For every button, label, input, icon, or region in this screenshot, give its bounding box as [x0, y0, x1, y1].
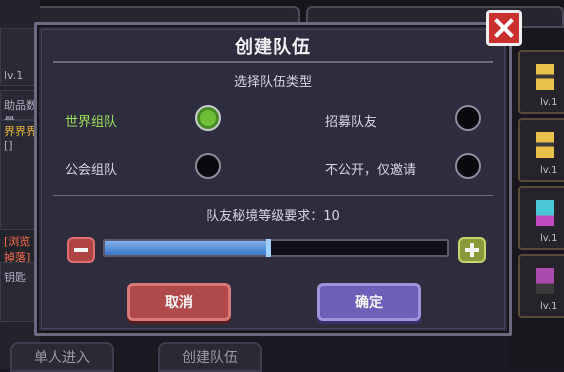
left-reward-bracket: []	[4, 139, 13, 152]
potion-icon	[536, 268, 554, 294]
right-slot[interactable]: lv.1	[518, 118, 564, 182]
option-world-team-label: 世界组队	[65, 115, 118, 130]
close-icon	[494, 18, 514, 38]
potion-icon	[536, 132, 554, 158]
right-slot[interactable]: lv.1	[518, 186, 564, 250]
slot-level: lv.1	[540, 97, 558, 108]
option-guild-team-radio[interactable]	[195, 153, 221, 179]
level-slider[interactable]	[103, 239, 449, 257]
option-recruit-radio[interactable]	[455, 105, 481, 131]
solo-enter-button[interactable]: 单人进入	[10, 342, 114, 372]
close-dialog-button[interactable]	[486, 10, 522, 46]
option-guild-team-label: 公会组队	[65, 163, 118, 178]
minus-icon	[74, 248, 88, 252]
level-slider-fill	[105, 241, 266, 255]
option-recruit-label: 招募队友	[325, 115, 378, 130]
team-type-subtitle: 选择队伍类型	[233, 75, 312, 90]
slot-level: lv.1	[540, 233, 558, 244]
left-reward-text: 界界界	[4, 125, 37, 138]
potion-icon	[536, 200, 554, 226]
create-team-dialog: 创建队伍 选择队伍类型 世界组队 招募队友 公会组队 不公开，仅邀请 队友秘境等…	[34, 22, 512, 336]
right-panel: lv.1 lv.1 lv.1 lv.1	[510, 28, 564, 369]
right-slot[interactable]: lv.1	[518, 254, 564, 318]
slot-level: lv.1	[540, 165, 558, 176]
option-private-radio[interactable]	[455, 153, 481, 179]
option-private-label: 不公开，仅邀请	[325, 163, 417, 178]
level-slider-handle[interactable]	[266, 239, 271, 257]
confirm-button[interactable]: 确定	[317, 283, 421, 321]
right-slot[interactable]: lv.1	[518, 50, 564, 114]
increase-level-button[interactable]	[458, 237, 486, 263]
left-key-text: 钥匙	[4, 271, 26, 284]
dialog-title: 创建队伍	[235, 37, 311, 58]
option-world-team-radio[interactable]	[195, 105, 221, 131]
title-divider	[53, 61, 493, 63]
create-team-tab-button[interactable]: 创建队伍	[158, 342, 262, 372]
cancel-button[interactable]: 取消	[127, 283, 231, 321]
level-requirement-label: 队友秘境等级要求：10	[206, 209, 340, 224]
potion-icon	[536, 64, 554, 90]
section-divider	[53, 195, 493, 196]
decrease-level-button[interactable]	[67, 237, 95, 263]
left-item-level: lv.1	[4, 69, 24, 82]
slot-level: lv.1	[540, 301, 558, 312]
